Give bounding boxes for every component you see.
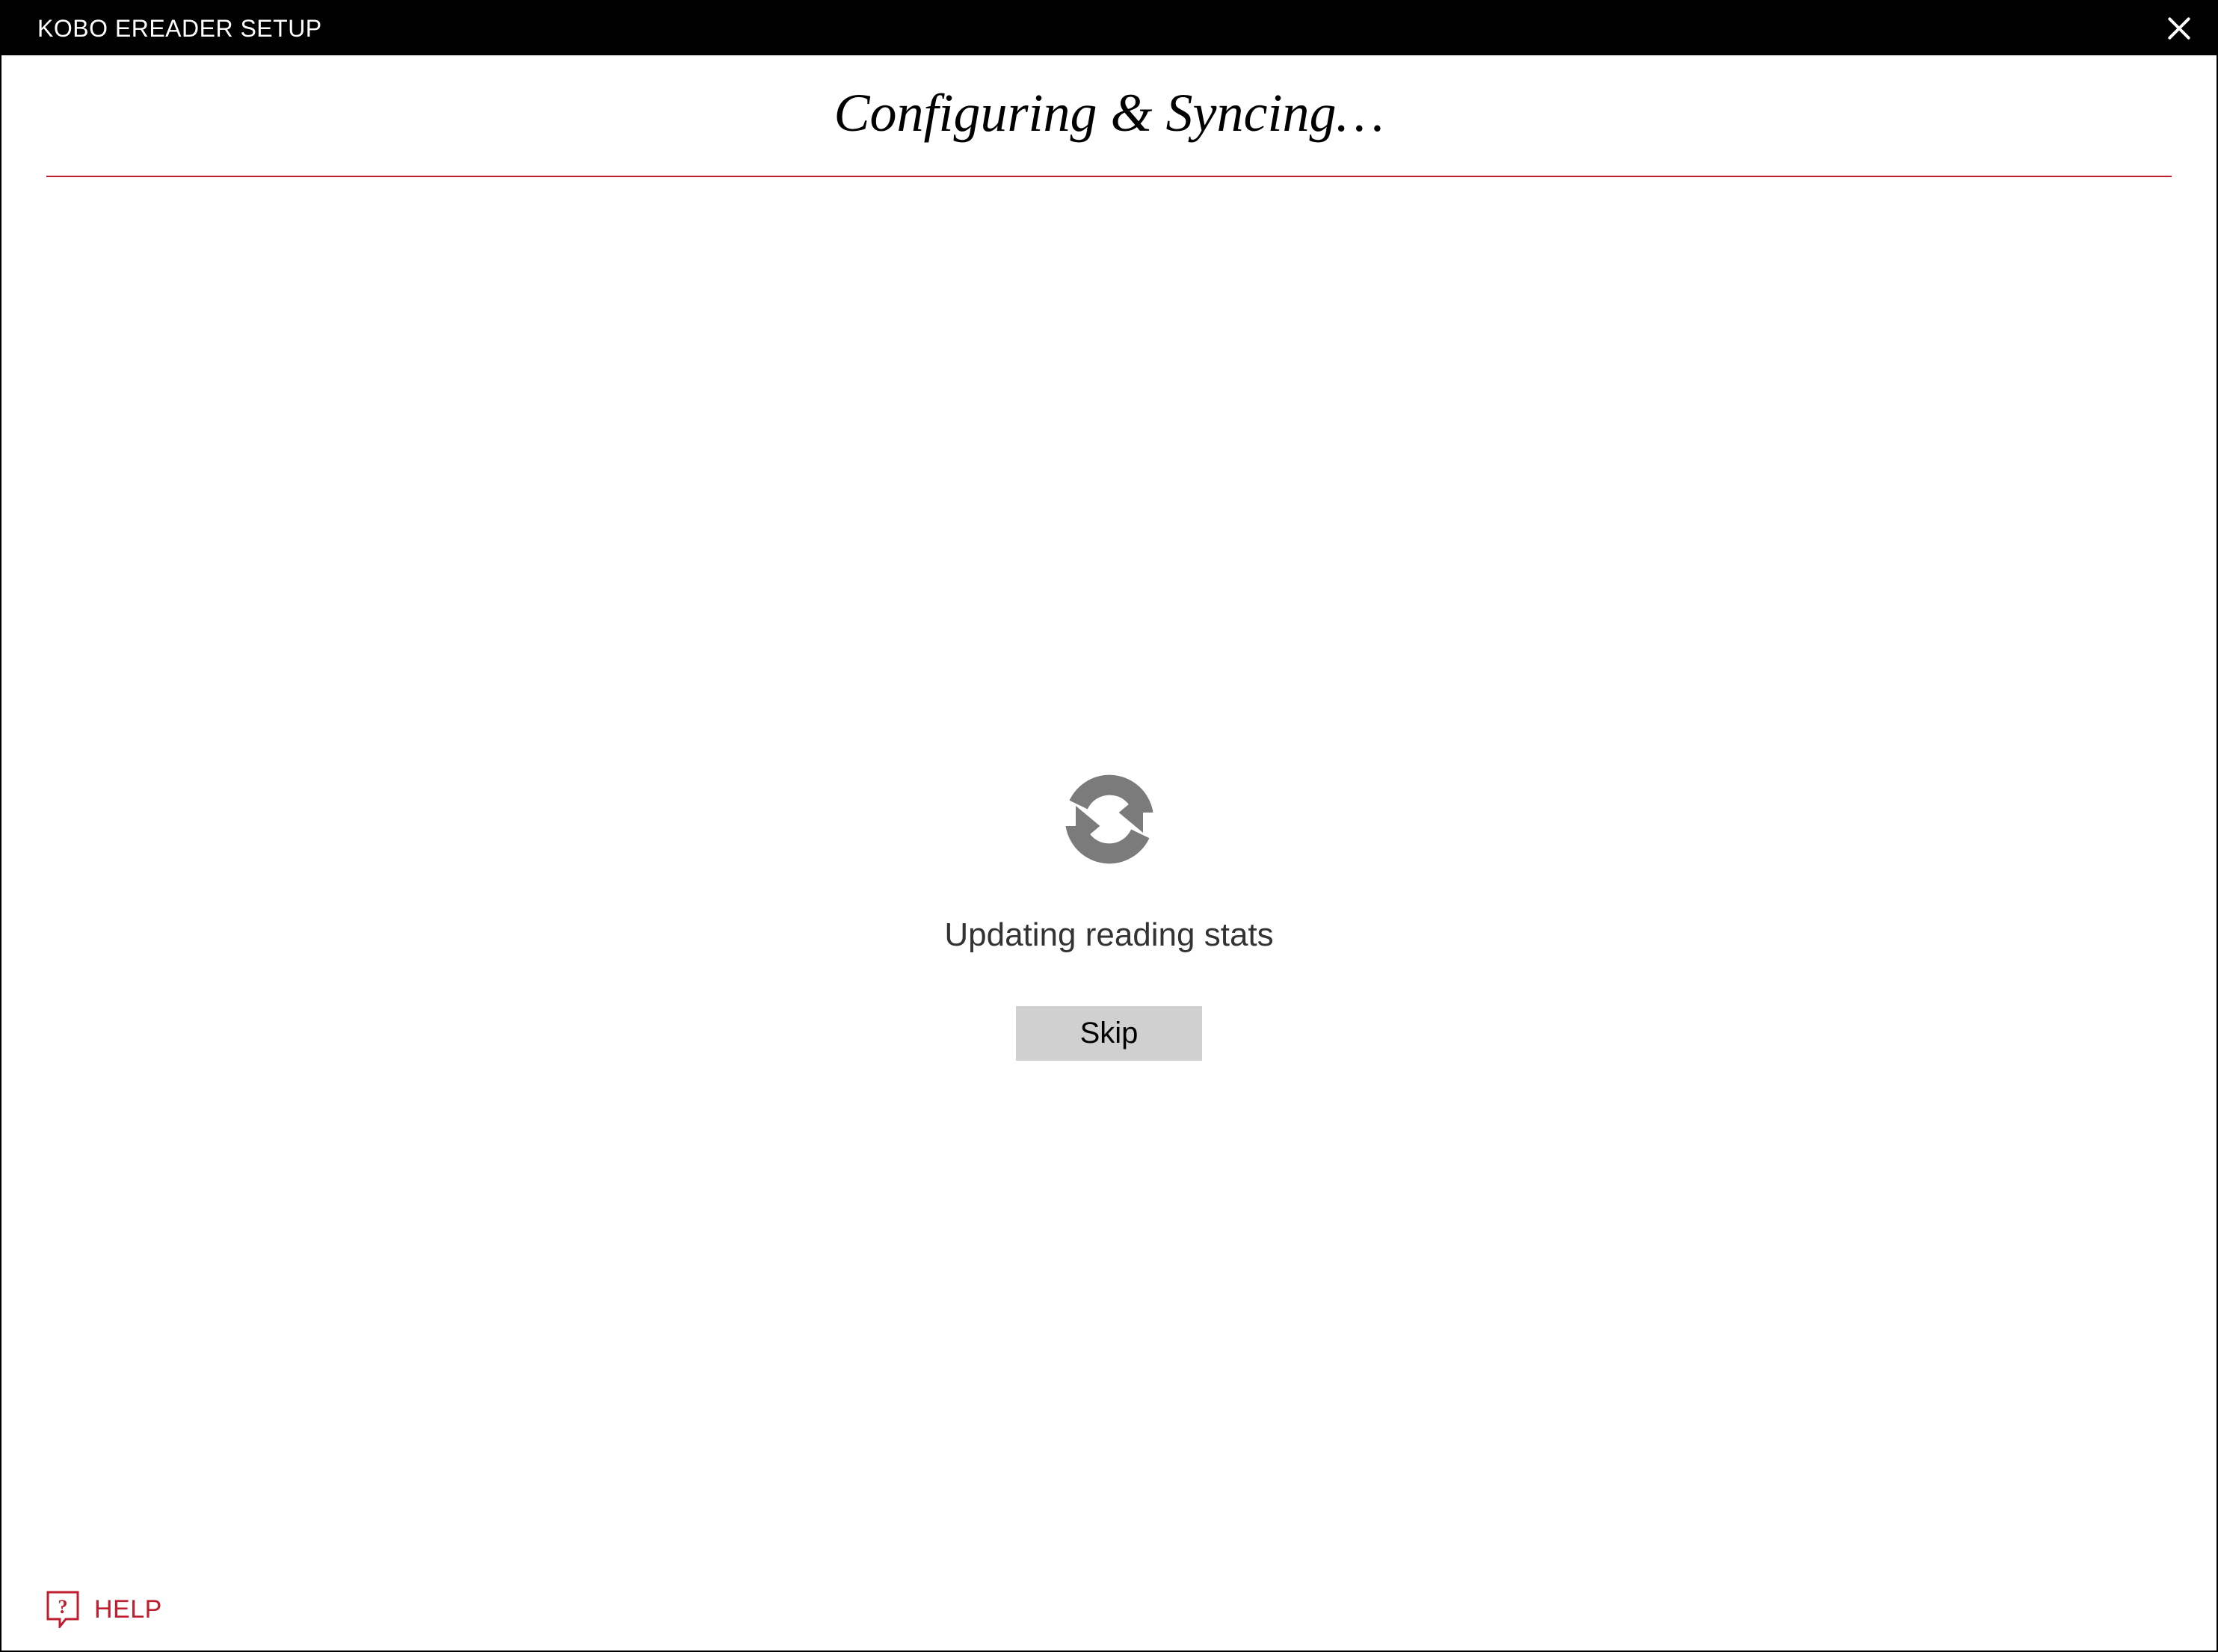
sync-area: Updating reading stats Skip (46, 162, 2172, 1651)
titlebar: KOBO EREADER SETUP (1, 1, 2217, 55)
close-button[interactable] (2163, 12, 2196, 45)
close-icon (2165, 14, 2193, 43)
help-label: HELP (94, 1595, 162, 1624)
sync-icon (1042, 752, 1177, 887)
svg-text:?: ? (58, 1596, 68, 1618)
help-icon: ? (46, 1591, 79, 1628)
skip-button[interactable]: Skip (1016, 1006, 1203, 1061)
window-title: KOBO EREADER SETUP (37, 15, 322, 43)
main-content: Configuring & Syncing… Updating reading … (1, 55, 2217, 1651)
help-link[interactable]: ? HELP (46, 1591, 162, 1628)
status-text: Updating reading stats (944, 916, 1273, 954)
page-heading: Configuring & Syncing… (46, 82, 2172, 144)
